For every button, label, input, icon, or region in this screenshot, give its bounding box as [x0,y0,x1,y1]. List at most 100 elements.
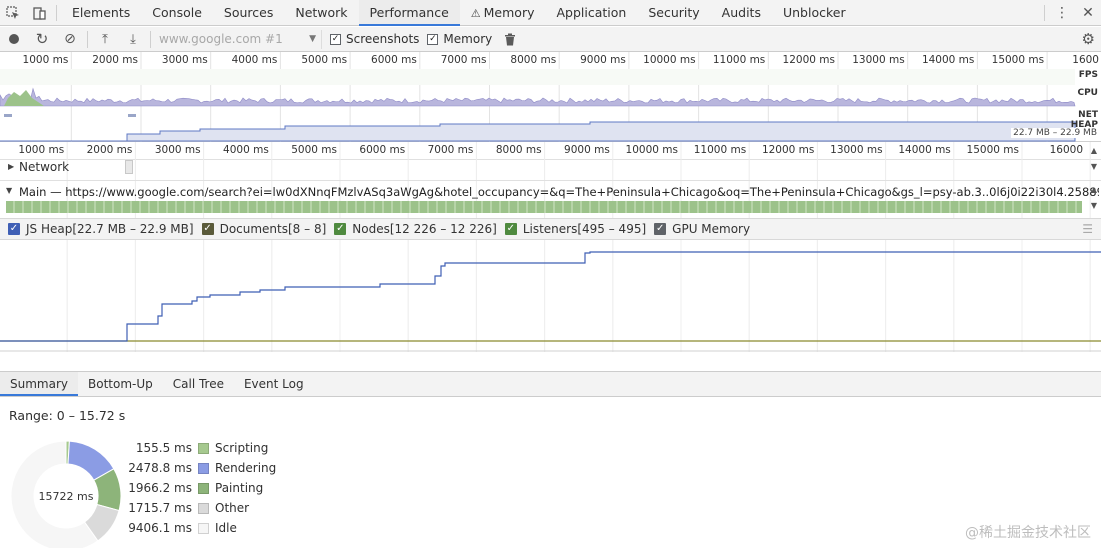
tab-console[interactable]: Console [141,0,213,26]
scroll-down-icon[interactable]: ▼ [1091,162,1097,171]
heap-range-label: 22.7 MB – 22.9 MB [1011,128,1099,138]
more-menu-icon[interactable]: ⋮ [1049,5,1075,21]
tab-unblocker[interactable]: Unblocker [772,0,857,26]
summary-row-other: 1715.7 ms Other [120,498,276,518]
record-button[interactable] [0,27,28,52]
ruler-tick-label: 11000 ms [693,144,747,156]
divider [87,30,88,48]
checkbox-icon[interactable]: ✓ [8,223,20,235]
ruler-tick-label: 10000 ms [625,144,678,156]
tab-event-log[interactable]: Event Log [234,372,314,396]
tab-label: Unblocker [782,4,846,20]
tab-label: Network [295,4,348,20]
scroll-up-icon[interactable]: ▲ [1091,146,1097,155]
counter-documents[interactable]: ✓ Documents[8 – 8] [201,222,327,236]
tab-security[interactable]: Security [637,0,710,26]
tabbar-right-controls: ⋮ ✕ [1040,0,1101,26]
js-heap-line [0,251,1101,342]
summary-value: 1966.2 ms [128,481,192,495]
main-thread-activity-bar[interactable] [6,201,1082,213]
ruler-tick-label: 12000 ms [761,144,815,156]
reload-icon: ↻ [35,30,49,48]
checkbox-icon[interactable]: ✓ [201,223,214,235]
divider [150,30,151,48]
fps-label: FPS [1078,70,1098,80]
tab-bottom-up[interactable]: Bottom-Up [78,372,163,396]
ruler-tick-label: 9000 ms [564,144,610,156]
counter-label: Documents[8 – 8] [219,222,327,236]
memory-counter-graph[interactable] [0,240,1101,352]
summary-category: Other [215,501,250,515]
record-icon [9,34,19,44]
legend-swatch [198,482,209,494]
ruler-tick-label: 1000 ms [18,144,65,156]
collapse-triangle-icon[interactable]: ▼ [6,186,16,195]
tab-label: Audits [721,4,761,20]
checkbox-icon[interactable]: ✓ [654,223,667,235]
clear-button[interactable]: ⊘ [56,27,84,52]
summary-legend: 155.5 ms Scripting 2478.8 ms Rendering 1966.… [120,438,276,538]
summary-row-scripting: 155.5 ms Scripting [120,438,276,458]
save-profile-button[interactable]: ⤓ [119,27,147,52]
main-thread-track[interactable]: ▼ Main — https://www.google.com/search?e… [0,180,1101,216]
ruler-tick-label: 2000 ms [86,144,133,156]
drag-handle-icon[interactable]: ☰ [1082,222,1093,236]
tab-network[interactable]: Network [284,0,358,26]
summary-category: Idle [215,521,237,535]
ruler-tick-label: 4000 ms [223,144,269,156]
tab-sources[interactable]: Sources [213,0,284,26]
recording-select[interactable]: www.google.com #1 ▼ [154,29,322,49]
tab-call-tree[interactable]: Call Tree [163,372,234,396]
summary-category: Painting [215,481,264,495]
counter-nodes[interactable]: ✓ Nodes[12 226 – 12 226] [334,222,497,236]
tab-performance[interactable]: Performance [358,0,460,26]
settings-gear-icon[interactable]: ⚙ [1082,30,1095,48]
load-profile-button[interactable]: ⤒ [91,27,119,52]
counter-listeners[interactable]: ✓ Listeners[495 – 495] [504,222,646,236]
tab-label: Performance [369,4,449,20]
cpu-label: CPU [1077,88,1098,98]
tab-label: Application [556,4,627,20]
checkmark-icon: ✓ [427,33,439,45]
tab-application[interactable]: Application [545,0,637,26]
summary-row-rendering: 2478.8 ms Rendering [120,458,276,478]
cpu-activity-area [0,87,1076,107]
memory-checkbox[interactable]: ✓ Memory [427,32,492,46]
clear-icon: ⊘ [64,31,76,47]
counter-js-heap[interactable]: ✓ JS Heap[22.7 MB – 22.9 MB] [8,222,194,236]
tab-elements[interactable]: Elements [61,0,141,26]
garbage-collect-button[interactable] [496,27,524,52]
close-devtools-icon[interactable]: ✕ [1075,5,1101,21]
recording-select-value: www.google.com #1 [159,31,283,46]
tab-audits[interactable]: Audits [711,0,772,26]
chevron-down-icon: ▼ [309,33,316,44]
tab-summary[interactable]: Summary [0,372,78,396]
download-icon: ⤓ [130,31,136,47]
reload-record-button[interactable]: ↻ [28,27,56,52]
counter-gpu-memory[interactable]: ✓ GPU Memory [654,222,750,236]
timeline-overview[interactable]: 1000 ms 2000 ms 3000 ms 4000 ms 5000 ms 6000 … [0,52,1101,142]
checkbox-icon[interactable]: ✓ [504,223,517,235]
device-toolbar-icon[interactable] [26,0,52,26]
network-request-mark [128,114,136,117]
network-track[interactable]: ▶ Network ▼ [0,158,1101,178]
scroll-down-icon[interactable]: ▼ [1091,201,1097,210]
scroll-up-icon[interactable]: ▲ [1091,185,1097,194]
summary-value: 155.5 ms [135,441,192,455]
legend-swatch [198,522,209,534]
counter-label: JS Heap[22.7 MB – 22.9 MB] [26,222,194,236]
checkbox-icon[interactable]: ✓ [334,223,347,235]
expand-triangle-icon[interactable]: ▶ [8,162,18,171]
inspect-element-icon[interactable] [0,0,26,26]
tab-memory[interactable]: ⚠ Memory [460,0,546,26]
panel-tabs: Elements Console Sources Network Performance… [61,0,857,26]
network-track-label: Network [19,160,70,174]
memory-label: Memory [443,32,493,46]
summary-value: 9406.1 ms [128,521,192,535]
network-request-bar[interactable] [125,160,133,174]
screenshots-checkbox[interactable]: ✓ Screenshots [330,32,419,46]
tab-label: Console [152,4,202,20]
counter-label: Nodes[12 226 – 12 226] [352,222,497,236]
ruler-tick-label: 8000 ms [495,144,542,156]
divider [1044,5,1045,21]
